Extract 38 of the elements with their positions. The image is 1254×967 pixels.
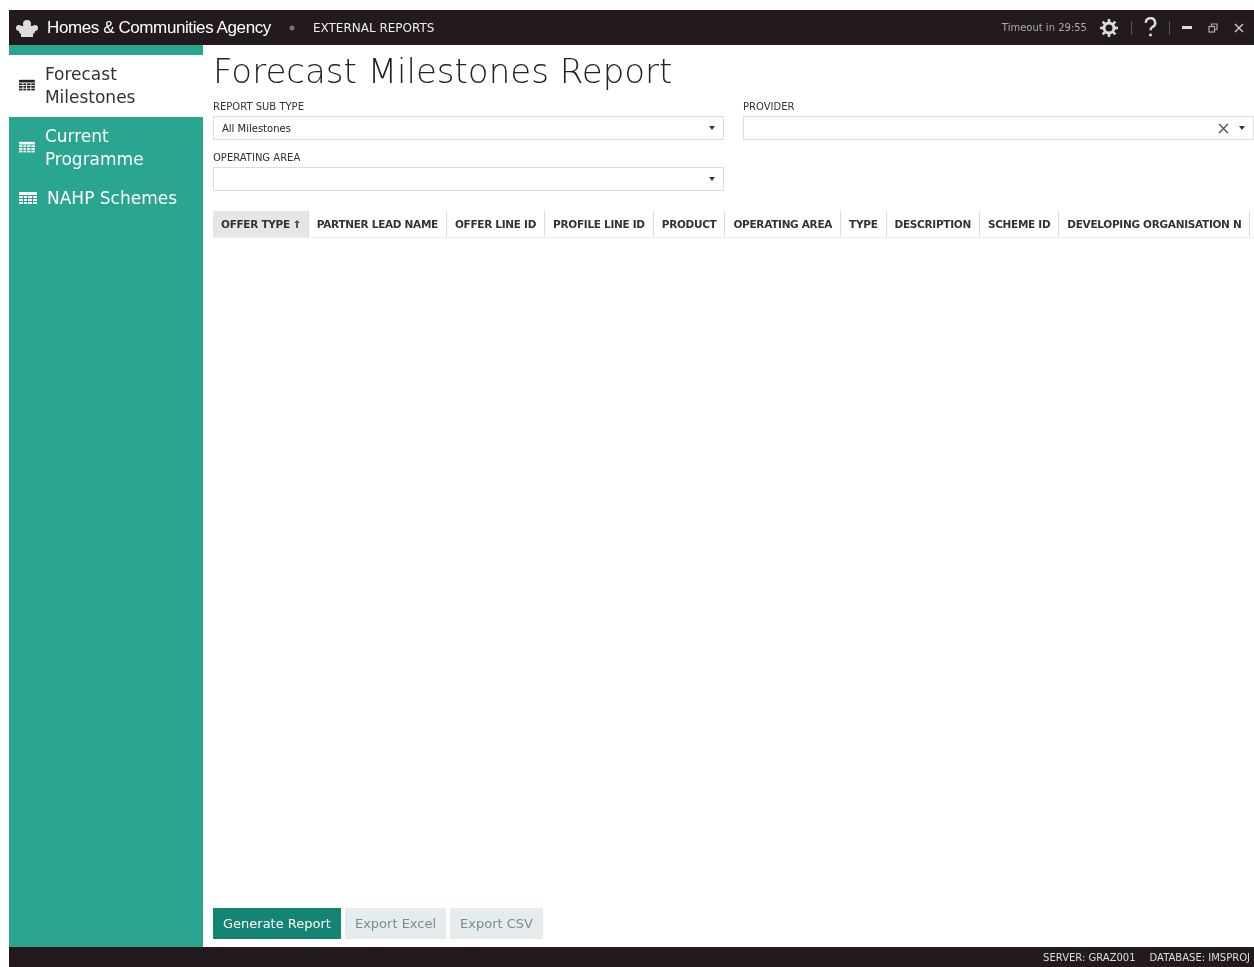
separator-dot-icon <box>288 24 295 31</box>
server-text: SERVER: GRAZ001 <box>1043 951 1136 963</box>
sort-arrow-icon <box>293 220 300 228</box>
grid-icon <box>19 79 35 93</box>
action-button[interactable]: Generate Report <box>213 908 341 939</box>
column-header[interactable]: TYPE <box>841 211 887 237</box>
clear-icon[interactable] <box>1218 122 1229 134</box>
grid-icon <box>19 191 37 206</box>
field-label: PROVIDER <box>743 101 796 112</box>
field-label: OPERATING AREA <box>213 152 302 163</box>
caret-icon <box>709 177 715 181</box>
database-text: DATABASE: IMSPROJ <box>1149 951 1250 963</box>
caret-icon <box>1239 126 1245 130</box>
grid-icon <box>19 141 35 155</box>
settings-icon[interactable] <box>1099 17 1119 38</box>
section-title: EXTERNAL REPORTS <box>312 20 435 35</box>
column-header[interactable]: PRODUCT <box>653 211 726 237</box>
minimize-icon[interactable] <box>1182 25 1192 30</box>
sidebar-item[interactable]: Forecast Milestones <box>9 55 203 117</box>
field-label: REPORT SUB TYPE <box>213 101 305 112</box>
column-header[interactable]: OFFER LINE ID <box>446 211 546 237</box>
column-header[interactable]: OFFER TYPE <box>213 211 309 237</box>
column-header[interactable]: SCHEME ID <box>979 211 1060 237</box>
dropdown-field[interactable] <box>743 116 1254 140</box>
dropdown-field[interactable] <box>213 167 724 191</box>
restore-icon[interactable] <box>1208 22 1218 33</box>
close-icon[interactable] <box>1234 22 1244 33</box>
column-header[interactable]: DESCRIPTION <box>886 211 980 237</box>
column-header[interactable]: PARTNER LEAD NAME <box>308 211 447 237</box>
column-header[interactable]: PROFILE LINE ID <box>545 211 654 237</box>
dropdown-field[interactable]: All Milestones <box>213 116 724 140</box>
agency-name: Homes & Communities Agency <box>47 17 271 38</box>
help-icon[interactable] <box>1144 17 1157 38</box>
column-header[interactable]: DEVELOPING ORGANISATION N <box>1059 211 1251 237</box>
column-header[interactable]: OPERATING AREA <box>725 211 842 237</box>
page-title: Forecast Milestones Report <box>213 51 674 91</box>
timeout-text: Timeout in 29:55 <box>1001 22 1087 33</box>
caret-icon <box>709 126 715 130</box>
